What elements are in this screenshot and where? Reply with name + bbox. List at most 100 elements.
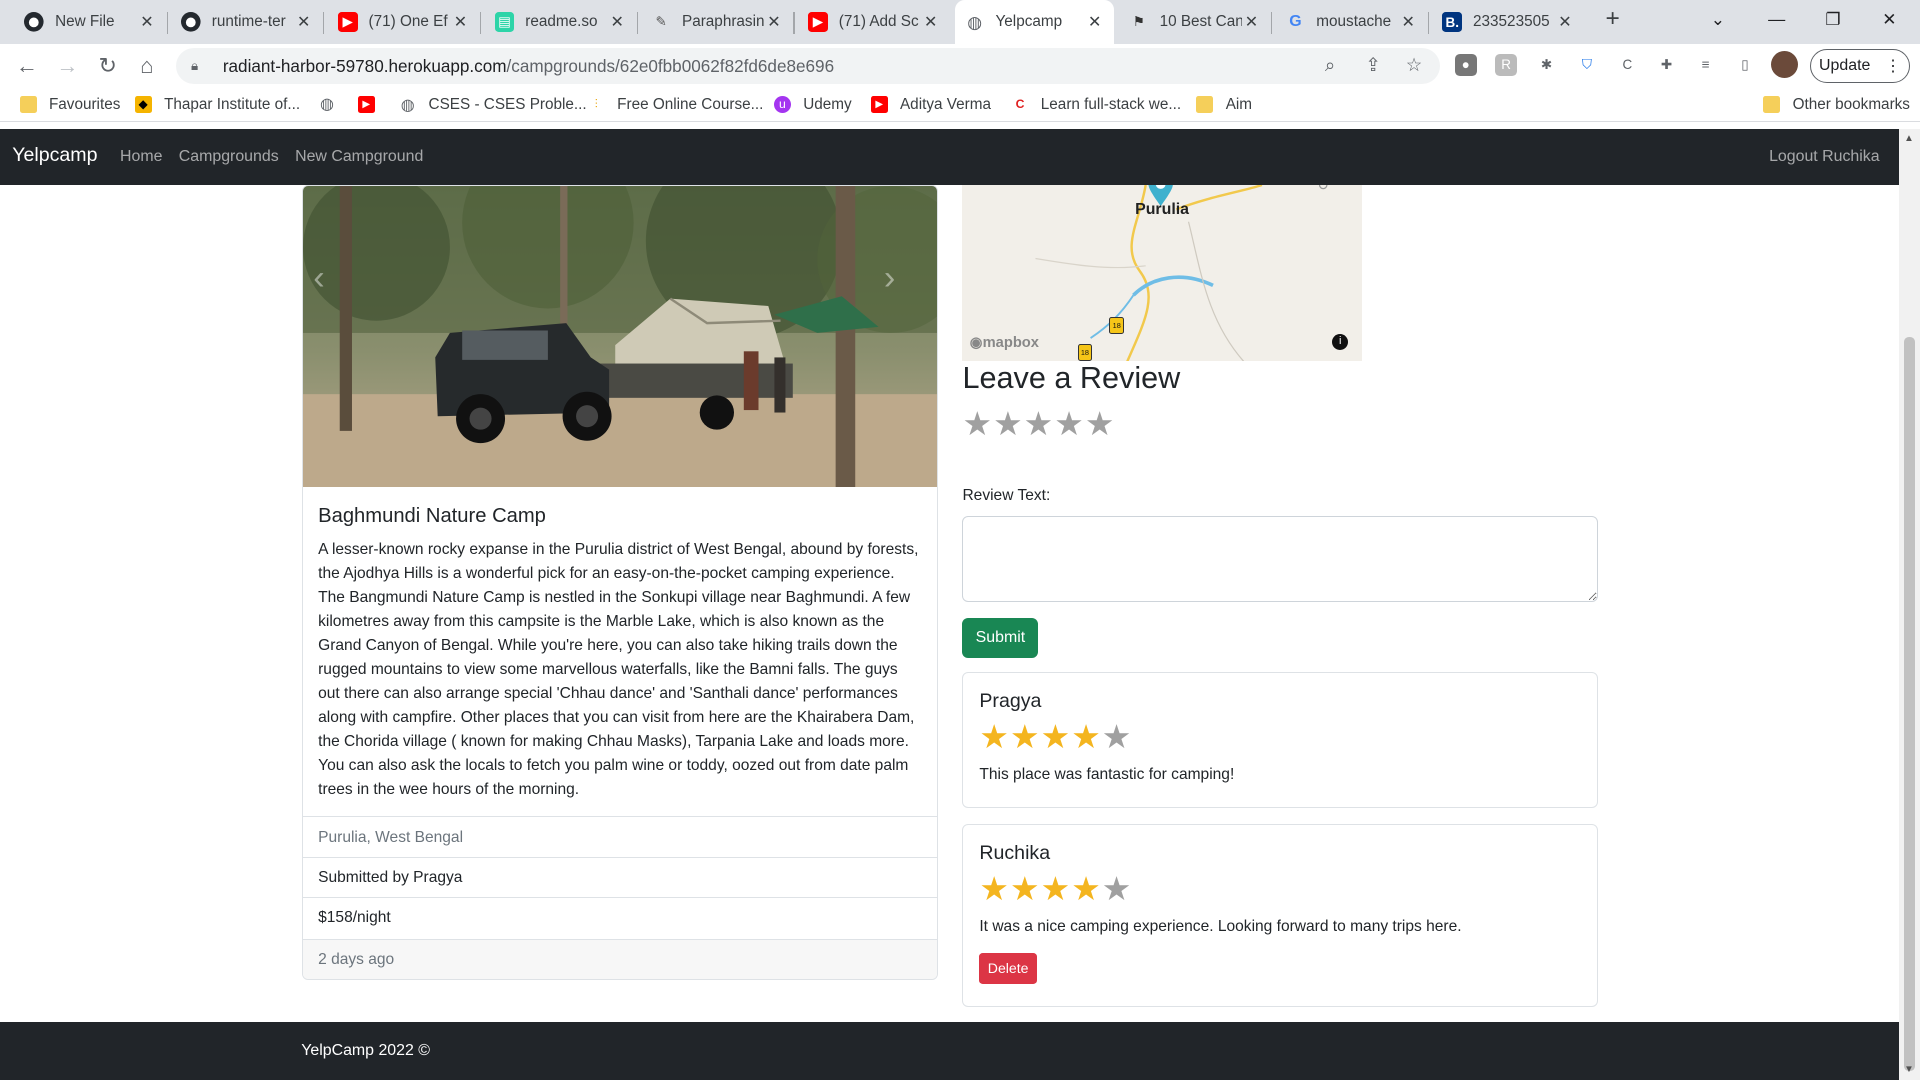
map-place-label: Purulia	[1135, 200, 1190, 218]
rating-star-1[interactable]: ★	[962, 408, 993, 441]
road-shield: 18	[1077, 344, 1093, 362]
bookmark-aditya-verma[interactable]: ▶ Aditya Verma	[870, 96, 991, 114]
minimize-button[interactable]: —	[1749, 0, 1805, 42]
close-icon[interactable]: ✕	[451, 12, 471, 32]
tab-yelpcamp[interactable]: ◍ Yelpcamp ✕	[955, 0, 1115, 45]
rating-star-3[interactable]: ★	[1024, 408, 1055, 441]
tab-best-camps[interactable]: ⚑ 10 Best Can ✕	[1119, 2, 1273, 41]
review-text-label: Review Text:	[962, 487, 1051, 505]
delete-review-button[interactable]: Delete	[979, 953, 1037, 984]
bookmark-other[interactable]: Other bookmarks	[1763, 96, 1910, 114]
page-viewport: Yelpcamp Home Campgrounds New Campground…	[0, 128, 1900, 1080]
bookmark-youtube[interactable]: ▶	[357, 95, 387, 113]
profile-avatar[interactable]	[1770, 51, 1798, 79]
extension-r-icon[interactable]: R	[1495, 53, 1518, 76]
tab-runtime[interactable]: runtime-ter ✕	[171, 2, 325, 41]
campground-map[interactable]: Purulia 18 18 ◉mapbox i	[962, 184, 1362, 362]
scroll-down-icon[interactable]: ▼	[1904, 1064, 1914, 1075]
scrollbar-thumb[interactable]	[1904, 336, 1916, 1072]
extension-shield-icon[interactable]: ⛉	[1576, 54, 1598, 76]
carousel-prev-icon[interactable]: ‹	[313, 259, 324, 298]
close-icon[interactable]: ✕	[607, 12, 627, 32]
home-button[interactable]: ⌂	[132, 51, 161, 80]
scroll-up-icon[interactable]: ▲	[1904, 133, 1914, 144]
share-icon[interactable]: ⇪	[1365, 54, 1380, 76]
campground-location: Purulia, West Bengal	[303, 816, 937, 858]
nav-campgrounds[interactable]: Campgrounds	[179, 148, 279, 166]
close-icon[interactable]: ✕	[1085, 12, 1105, 32]
globe-icon: ◍	[400, 96, 415, 114]
footer-copyright: YelpCamp 2022 ©	[301, 1042, 430, 1060]
address-bar[interactable]: 🔒︎ radiant-harbor-59780.herokuapp.com/ca…	[176, 47, 1440, 85]
rating-star-4[interactable]: ★	[1054, 408, 1085, 441]
review-card: Ruchika ★ ★ ★ ★ ★ It was a nice camping …	[962, 824, 1598, 1007]
tab-youtube-1[interactable]: ▶ (71) One Ef ✕	[328, 2, 482, 41]
tab-title: Yelpcamp	[995, 13, 1063, 31]
folder-icon	[1196, 95, 1214, 114]
bookmark-favourites[interactable]: Favourites	[19, 96, 120, 114]
rating-input[interactable]: ★ ★ ★ ★ ★	[962, 408, 1115, 441]
forward-button[interactable]: →	[53, 51, 82, 80]
card-body: Baghmundi Nature Camp A lesser-known roc…	[303, 488, 936, 802]
tab-search-icon[interactable]: ⌄	[1690, 0, 1746, 42]
nav-home[interactable]: Home	[120, 148, 162, 166]
mapbox-logo[interactable]: ◉mapbox	[970, 334, 1039, 351]
extension-c-icon[interactable]: C	[1616, 54, 1638, 76]
review-text-field[interactable]	[962, 515, 1598, 603]
reload-button[interactable]: ↻	[93, 51, 122, 80]
page-scrollbar[interactable]: ▲ ▼	[1899, 128, 1920, 1080]
bookmark-cses[interactable]: ◍ CSES - CSES Proble...	[399, 96, 587, 114]
star-icon: ★	[1009, 718, 1040, 756]
close-icon[interactable]: ✕	[1555, 12, 1575, 32]
back-button[interactable]: ←	[12, 51, 41, 80]
review-rating: ★ ★ ★ ★ ★	[979, 873, 1581, 906]
submit-review-button[interactable]: Submit	[962, 618, 1039, 658]
udemy-icon: u	[773, 95, 792, 114]
star-icon: ★	[979, 718, 1009, 756]
bookmark-globe[interactable]: ◍	[318, 96, 347, 113]
tab-title: moustache	[1316, 13, 1392, 31]
rating-star-5[interactable]: ★	[1085, 408, 1116, 441]
youtube-icon: ▶	[357, 95, 375, 113]
site-footer: YelpCamp 2022 ©	[0, 1022, 1900, 1080]
close-icon[interactable]: ✕	[921, 12, 941, 32]
tab-readme[interactable]: ▤ readme.so ✕	[485, 2, 638, 41]
side-panel-icon[interactable]: ▯	[1734, 54, 1756, 76]
google-icon: G	[1289, 13, 1302, 31]
tab-new-file[interactable]: New File ✕	[15, 2, 168, 41]
maximize-button[interactable]: ❐	[1805, 0, 1861, 42]
close-icon[interactable]: ✕	[294, 12, 314, 32]
bookmark-thapar[interactable]: ◆ Thapar Institute of...	[134, 96, 300, 114]
carousel-next-icon[interactable]: ›	[884, 259, 895, 298]
youtube-icon: ▶	[337, 12, 358, 32]
close-icon[interactable]: ✕	[137, 12, 157, 32]
nav-new-campground[interactable]: New Campground	[295, 148, 423, 166]
close-window-button[interactable]: ✕	[1861, 0, 1917, 42]
tab-google[interactable]: G moustache ✕	[1276, 2, 1429, 41]
tab-paraphrasing[interactable]: ✎ Paraphrasin ✕	[642, 2, 795, 41]
zoom-icon[interactable]: ⌕	[1325, 54, 1335, 76]
brand-link[interactable]: Yelpcamp	[12, 144, 97, 167]
tab-youtube-2[interactable]: ▶ (71) Add Sc ✕	[798, 2, 950, 41]
bookmark-free-course[interactable]: ⫶ Free Online Course...	[588, 96, 764, 114]
tab-title: 10 Best Can	[1159, 13, 1242, 31]
menu-dots-icon: ⋮	[1885, 58, 1901, 76]
extensions-puzzle-icon[interactable]: ✚	[1656, 54, 1678, 76]
close-icon[interactable]: ✕	[1398, 12, 1418, 32]
bookmark-star-icon[interactable]: ☆	[1406, 54, 1422, 76]
bookmark-udemy[interactable]: u Udemy	[773, 95, 852, 114]
tab-booking[interactable]: B. 233523505 ✕	[1433, 2, 1585, 41]
extension-brain-icon[interactable]: ●	[1454, 53, 1477, 76]
extension-bug-icon[interactable]: ✱	[1536, 54, 1558, 76]
tab-title: (71) One Ef	[368, 13, 448, 31]
bookmark-aim[interactable]: Aim	[1196, 96, 1252, 114]
reading-list-icon[interactable]: ≡	[1695, 54, 1717, 76]
close-icon[interactable]: ✕	[1242, 12, 1262, 32]
close-icon[interactable]: ✕	[764, 12, 784, 32]
nav-logout[interactable]: Logout Ruchika	[1769, 148, 1880, 166]
campground-description: A lesser-known rocky expanse in the Puru…	[318, 541, 919, 799]
new-tab-button[interactable]: +	[1599, 5, 1626, 35]
bookmark-codecademy[interactable]: C Learn full-stack we...	[1011, 96, 1182, 114]
rating-star-2[interactable]: ★	[993, 408, 1024, 441]
update-button[interactable]: Update ⋮	[1809, 48, 1911, 84]
